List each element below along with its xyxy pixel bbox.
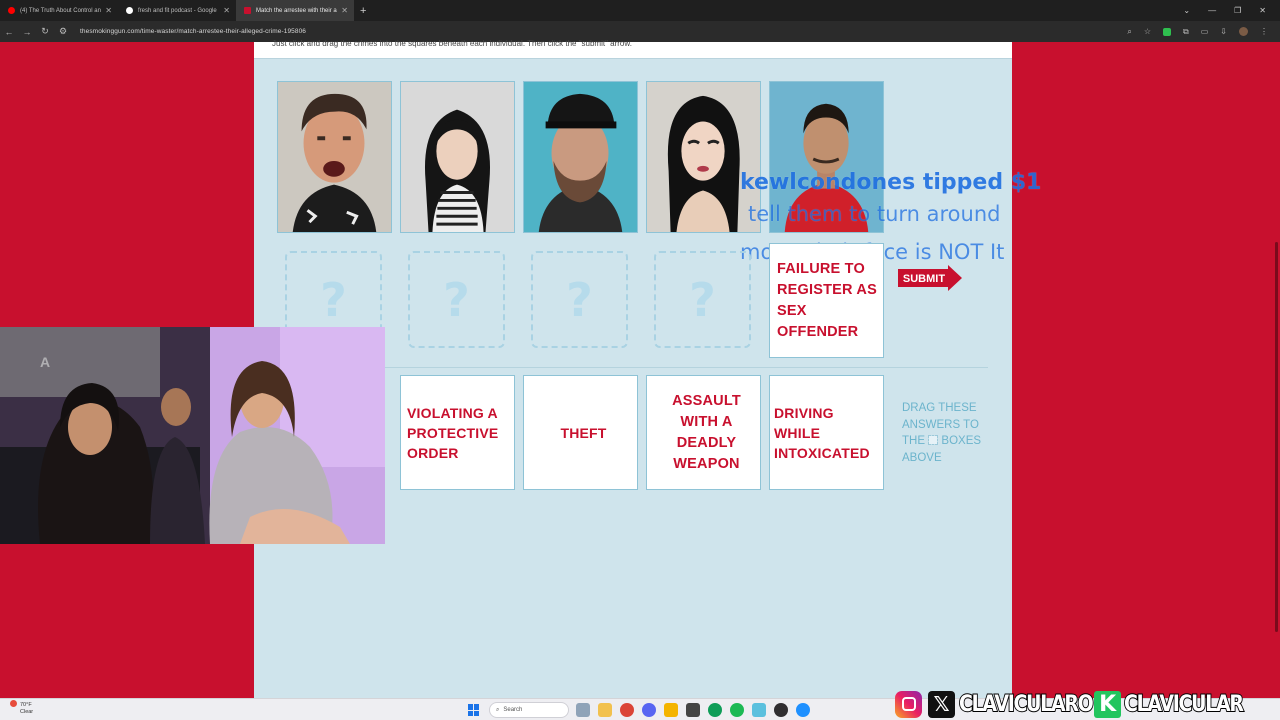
browser-tab-google[interactable]: fresh and fit podcast - Google ✕	[118, 0, 236, 21]
weather-icon	[10, 700, 17, 707]
windows-start-icon[interactable]	[468, 704, 480, 716]
box-icon	[928, 435, 939, 445]
widgets-icon[interactable]	[576, 703, 590, 717]
obs-icon[interactable]	[774, 703, 788, 717]
question-mark-icon: ?	[320, 272, 347, 327]
weather-widget[interactable]: 70°F Clear	[10, 700, 33, 716]
submit-label: SUBMIT	[903, 273, 945, 285]
instructions-strip: Just click and drag the crimes into the …	[254, 39, 1012, 59]
answer-label: THEFT	[560, 424, 607, 441]
tab-title: fresh and fit podcast - Google	[138, 7, 217, 14]
mugshot-3	[523, 81, 638, 233]
webcam-overlay: A	[0, 327, 385, 544]
address-bar: ← → ↻ ⚙ thesmokinggun.com/time-waster/ma…	[0, 21, 1280, 42]
app-icon[interactable]	[686, 703, 700, 717]
reload-icon[interactable]: ↻	[36, 26, 54, 37]
answer-label: VIOLATING A PROTECTIVE ORDER	[407, 404, 499, 461]
browser-tab-youtube[interactable]: (4) The Truth About Control an ✕	[0, 0, 118, 21]
tab-search-icon[interactable]: ⌄	[1183, 6, 1190, 15]
weather-temp: 70°F	[20, 702, 32, 708]
close-window-icon[interactable]: ✕	[1259, 6, 1266, 15]
instagram-handle: CLAVICULARO	[958, 691, 1094, 718]
tab-title: Match the arrestee with their a	[256, 7, 337, 14]
instructions-text: Just click and drag the crimes into the …	[272, 39, 632, 48]
extension-icon[interactable]	[1163, 27, 1172, 36]
answer-card-dwi[interactable]: DRIVING WHILE INTOXICATED	[769, 375, 884, 490]
new-tab-button[interactable]: +	[360, 5, 366, 17]
sidebar-icon[interactable]: ▭	[1201, 27, 1209, 36]
google-icon	[126, 7, 133, 14]
maximize-icon[interactable]: ❐	[1234, 6, 1241, 15]
question-mark-icon: ?	[689, 272, 716, 327]
minimize-icon[interactable]: —	[1208, 6, 1216, 15]
social-handles-banner: 𝕏 CLAVICULARO K CLAVICULAR	[895, 688, 1280, 720]
mugshot-2	[400, 81, 515, 233]
answer-card-protective-order[interactable]: VIOLATING A PROTECTIVE ORDER	[400, 375, 515, 490]
file-explorer-icon[interactable]	[598, 703, 612, 717]
zoom-icon[interactable]: ⌕	[1127, 27, 1131, 37]
taskbar-apps	[576, 703, 810, 717]
placed-answer-card[interactable]: FAILURE TO REGISTER AS SEX OFFENDER	[769, 243, 884, 358]
answer-label: ASSAULT WITH A DEADLY WEAPON	[672, 392, 741, 472]
tab-close-icon[interactable]: ✕	[105, 6, 112, 15]
instagram-icon	[895, 690, 922, 718]
x-twitter-icon: 𝕏	[928, 690, 955, 718]
extensions-puzzle-icon[interactable]: ⧉	[1183, 27, 1189, 37]
tab-close-icon[interactable]: ✕	[341, 6, 348, 15]
url-field[interactable]: thesmokinggun.com/time-waster/match-arre…	[80, 28, 306, 35]
window-controls: ⌄ — ❐ ✕	[1183, 0, 1280, 21]
drop-slot-4[interactable]: ?	[654, 251, 751, 348]
drop-slot-3[interactable]: ?	[531, 251, 628, 348]
menu-kebab-icon[interactable]: ⋮	[1260, 27, 1268, 36]
drop-slot-2[interactable]: ?	[408, 251, 505, 348]
chrome-alt-icon[interactable]	[708, 703, 722, 717]
question-mark-icon: ?	[443, 272, 470, 327]
question-mark-icon: ?	[566, 272, 593, 327]
discord-icon[interactable]	[642, 703, 656, 717]
smokinggun-icon	[244, 7, 251, 14]
address-bar-actions: ⌕ ☆ ⧉ ▭ ⇩ ⋮	[1127, 21, 1268, 42]
tip-headline: kewlcondones tipped $1	[740, 170, 1042, 195]
answer-card-theft[interactable]: THEFT	[523, 375, 638, 490]
weather-condition: Clear	[20, 709, 34, 715]
back-icon[interactable]: ←	[0, 27, 18, 37]
section-divider	[385, 367, 988, 368]
svg-text:A: A	[40, 354, 50, 370]
forward-icon[interactable]: →	[18, 27, 36, 37]
download-icon[interactable]: ⇩	[1220, 27, 1227, 36]
tip-message-line1: tell them to turn around	[748, 202, 1001, 226]
submit-arrow-button[interactable]: SUBMIT	[898, 265, 962, 291]
search-placeholder: Search	[503, 707, 523, 713]
answer-card-assault[interactable]: ASSAULT WITH A DEADLY WEAPON	[646, 375, 761, 490]
answer-label: DRIVING WHILE INTOXICATED	[774, 404, 870, 461]
chrome-icon[interactable]	[620, 703, 634, 717]
youtube-icon	[8, 7, 15, 14]
folder-icon[interactable]	[664, 703, 678, 717]
kick-handle: CLAVICULAR	[1123, 691, 1245, 718]
notes-icon[interactable]	[752, 703, 766, 717]
page-scrollbar[interactable]	[1273, 42, 1280, 698]
kick-icon: K	[1094, 690, 1122, 718]
tab-title: (4) The Truth About Control an	[20, 7, 101, 14]
tab-close-icon[interactable]: ✕	[223, 6, 230, 15]
edge-icon[interactable]	[796, 703, 810, 717]
profile-avatar[interactable]	[1239, 27, 1248, 36]
drag-hint: DRAG THESE ANSWERS TO THE BOXES ABOVE	[902, 400, 986, 466]
answer-label: FAILURE TO REGISTER AS SEX OFFENDER	[777, 260, 877, 340]
scrollbar-thumb[interactable]	[1275, 242, 1278, 632]
browser-tab-bar: (4) The Truth About Control an ✕ fresh a…	[0, 0, 1280, 21]
bookmark-star-icon[interactable]: ☆	[1144, 27, 1151, 36]
search-icon: ⌕	[496, 706, 500, 713]
mugshot-1	[277, 81, 392, 233]
site-info-icon[interactable]: ⚙	[54, 26, 72, 37]
browser-tab-smokinggun[interactable]: Match the arrestee with their a ✕	[236, 0, 354, 21]
spotify-icon[interactable]	[730, 703, 744, 717]
taskbar-search[interactable]: ⌕ Search	[489, 702, 569, 718]
